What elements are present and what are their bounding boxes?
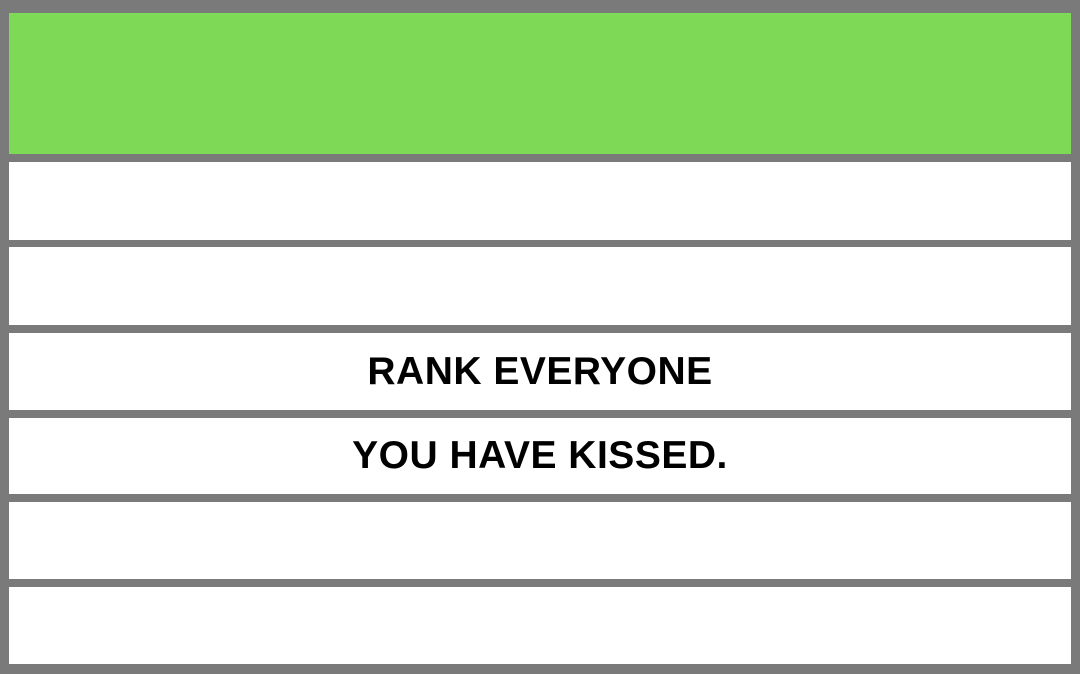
prompt-line-2: YOU HAVE KISSED.	[352, 434, 728, 477]
rank-row-6	[9, 587, 1071, 664]
rank-row-5	[9, 502, 1071, 579]
rank-row-4: YOU HAVE KISSED.	[9, 418, 1071, 494]
header-bar	[9, 13, 1071, 154]
rank-row-2	[9, 247, 1071, 325]
prompt-line-1: RANK EVERYONE	[367, 349, 713, 393]
ranking-card: RANK EVERYONE YOU HAVE KISSED.	[0, 0, 1080, 674]
rank-row-3: RANK EVERYONE	[9, 333, 1071, 410]
rank-row-1	[9, 162, 1071, 240]
